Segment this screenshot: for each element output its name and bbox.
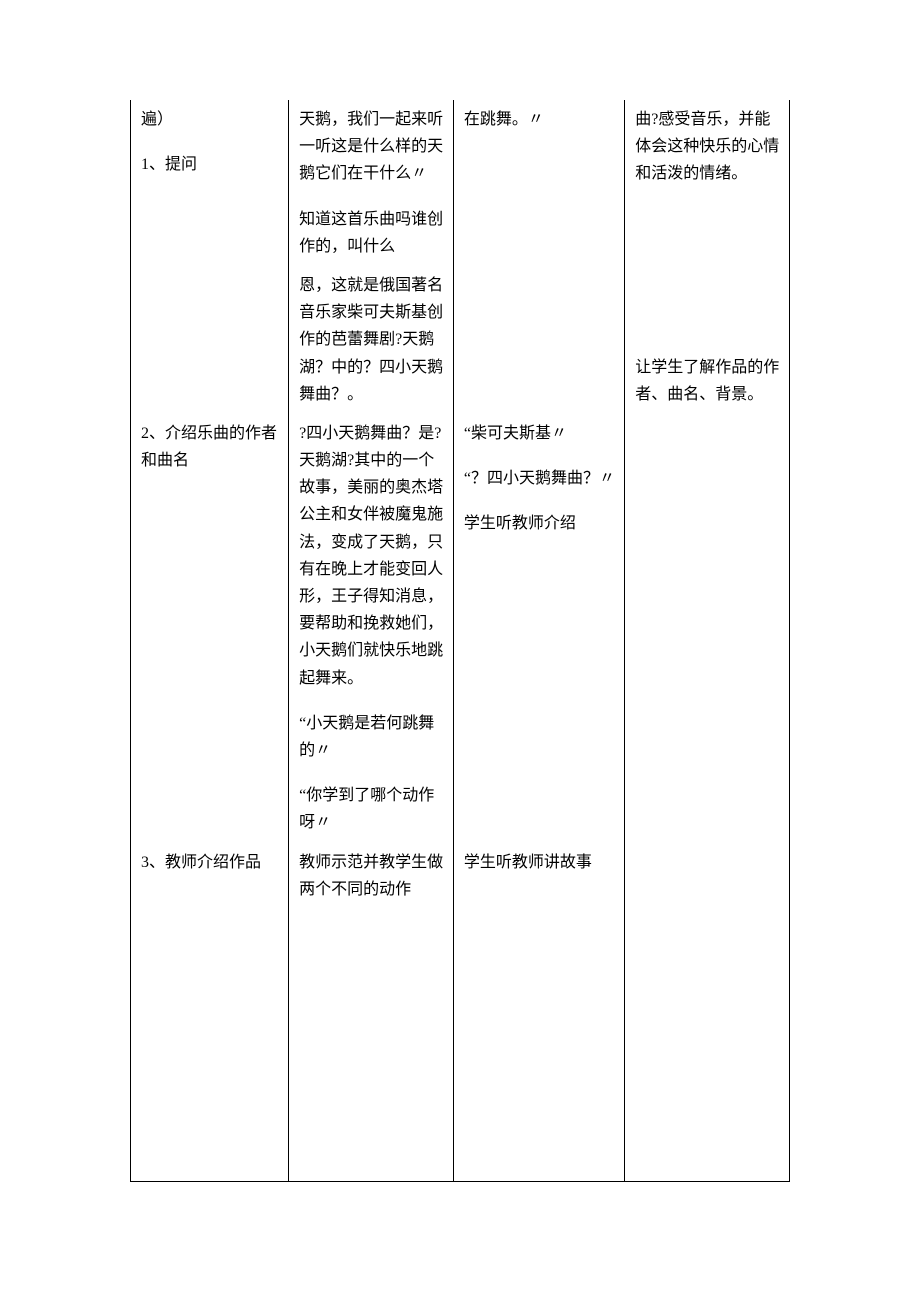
lesson-plan-table: 遍） 1、提问 天鹅，我们一起来听一听这是什么样的天鹅它们在干什么〃 知道这首乐… (130, 100, 790, 1182)
table-row: 3、教师介绍作品 教师示范并教学生做两个不同的动作 学生听教师讲故事 (131, 843, 790, 909)
text: 1、提问 (141, 151, 280, 178)
cell-student (453, 909, 624, 1182)
cell-activity: 3、教师介绍作品 (131, 843, 289, 909)
table-row: 恩，这就是俄国著名音乐家柴可夫斯基创作的芭蕾舞剧?天鹅湖？中的？四小天鹅舞曲？。… (131, 266, 790, 414)
text: 知道这首乐曲吗谁创作的，叫什么 (299, 206, 445, 260)
text: 让学生了解作品的作者、曲名、背景。 (635, 354, 781, 408)
text: 在跳舞。〃 (464, 106, 616, 133)
cell-activity: 2、介绍乐曲的作者和曲名 (131, 414, 289, 843)
text: 天鹅，我们一起来听一听这是什么样的天鹅它们在干什么〃 (299, 106, 445, 188)
text: 2、介绍乐曲的作者和曲名 (141, 420, 280, 474)
table-row: 2、介绍乐曲的作者和曲名 ?四小天鹅舞曲？是?天鹅湖?其中的一个故事，美丽的奥杰… (131, 414, 790, 843)
text: “？四小天鹅舞曲？〃 (464, 465, 616, 492)
cell-intent (625, 909, 790, 1182)
text: 学生听教师讲故事 (464, 849, 616, 876)
table-row (131, 909, 790, 1182)
text: 恩，这就是俄国著名音乐家柴可夫斯基创作的芭蕾舞剧?天鹅湖？中的？四小天鹅舞曲？。 (299, 272, 445, 408)
cell-student (453, 266, 624, 414)
cell-activity (131, 266, 289, 414)
cell-student: “柴可夫斯基〃 “？四小天鹅舞曲？〃 学生听教师介绍 (453, 414, 624, 843)
text: 曲?感受音乐，并能体会这种快乐的心情和活泼的情绪。 (635, 106, 781, 188)
table-row: 遍） 1、提问 天鹅，我们一起来听一听这是什么样的天鹅它们在干什么〃 知道这首乐… (131, 100, 790, 266)
cell-teacher (289, 909, 454, 1182)
text: ?四小天鹅舞曲？是?天鹅湖?其中的一个故事，美丽的奥杰塔公主和女伴被魔鬼施法，变… (299, 420, 445, 692)
text: 遍） (141, 106, 280, 133)
cell-intent: 让学生了解作品的作者、曲名、背景。 (625, 266, 790, 414)
cell-teacher: 天鹅，我们一起来听一听这是什么样的天鹅它们在干什么〃 知道这首乐曲吗谁创作的，叫… (289, 100, 454, 266)
cell-intent (625, 843, 790, 909)
document-page: 遍） 1、提问 天鹅，我们一起来听一听这是什么样的天鹅它们在干什么〃 知道这首乐… (0, 0, 920, 1242)
cell-intent (625, 414, 790, 843)
cell-teacher: 恩，这就是俄国著名音乐家柴可夫斯基创作的芭蕾舞剧?天鹅湖？中的？四小天鹅舞曲？。 (289, 266, 454, 414)
text: 学生听教师介绍 (464, 510, 616, 537)
text: 3、教师介绍作品 (141, 849, 280, 876)
text: 教师示范并教学生做两个不同的动作 (299, 849, 445, 903)
cell-activity (131, 909, 289, 1182)
text: “小天鹅是若何跳舞的〃 (299, 710, 445, 764)
cell-student: 在跳舞。〃 (453, 100, 624, 266)
text: “柴可夫斯基〃 (464, 420, 616, 447)
cell-teacher: 教师示范并教学生做两个不同的动作 (289, 843, 454, 909)
text: “你学到了哪个动作呀〃 (299, 782, 445, 836)
cell-activity: 遍） 1、提问 (131, 100, 289, 266)
cell-intent: 曲?感受音乐，并能体会这种快乐的心情和活泼的情绪。 (625, 100, 790, 266)
cell-teacher: ?四小天鹅舞曲？是?天鹅湖?其中的一个故事，美丽的奥杰塔公主和女伴被魔鬼施法，变… (289, 414, 454, 843)
cell-student: 学生听教师讲故事 (453, 843, 624, 909)
